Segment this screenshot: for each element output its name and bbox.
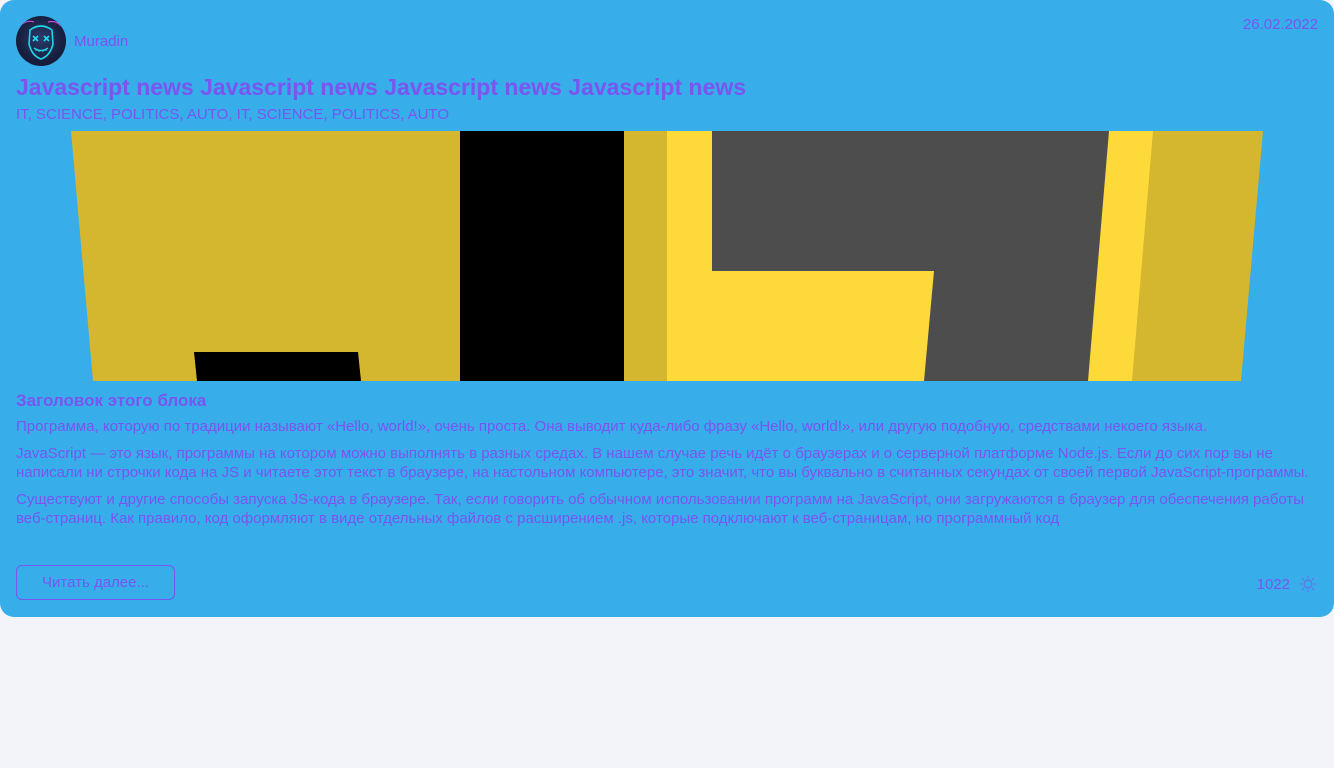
eye-icon (1300, 576, 1316, 592)
tag-science[interactable]: SCIENCE (257, 106, 324, 123)
paragraph-2: JavaScript — это язык, программы на кото… (16, 445, 1309, 481)
author[interactable]: Muradin (16, 16, 128, 66)
tag-separator: , (228, 106, 237, 123)
tag-list: IT, SCIENCE, POLITICS, AUTO, IT, SCIENCE… (16, 105, 1318, 125)
tag-auto[interactable]: AUTO (408, 106, 449, 123)
post-footer: Читать далее... 1022 (16, 565, 1318, 600)
post-card: Muradin 26.02.2022 Javascript news Javas… (0, 0, 1334, 617)
tag-separator: , (400, 106, 408, 123)
avatar[interactable] (16, 16, 66, 66)
view-count: 1022 (1256, 575, 1290, 593)
neon-mask-icon (21, 20, 62, 60)
paragraph-1: Программа, которую по традиции называют … (16, 418, 1208, 435)
tag-separator: , (323, 106, 332, 123)
post-date: 26.02.2022 (1242, 16, 1318, 33)
author-name[interactable]: Muradin (74, 33, 128, 50)
tag-separator: , (102, 106, 112, 123)
javascript-logo-image (71, 131, 1263, 381)
tag-it[interactable]: IT (237, 106, 249, 123)
block-title: Заголовок этого блока (16, 391, 207, 410)
paragraph-3: Существуют и другие способы запуска JS-к… (16, 491, 1304, 527)
tag-separator: , (179, 106, 187, 123)
tag-auto[interactable]: AUTO (187, 106, 228, 123)
tag-politics[interactable]: POLITICS (332, 106, 400, 123)
tag-science[interactable]: SCIENCE (36, 106, 103, 123)
view-counter: 1022 (1257, 574, 1318, 594)
tag-it[interactable]: IT (16, 106, 28, 123)
tag-separator: , (248, 106, 257, 123)
post-title[interactable]: Javascript news Javascript news Javascri… (16, 73, 1318, 101)
post-header: Muradin 26.02.2022 (16, 16, 1318, 66)
tag-separator: , (27, 106, 37, 123)
read-more-button[interactable]: Читать далее... (16, 565, 175, 600)
tag-politics[interactable]: POLITICS (111, 106, 179, 123)
